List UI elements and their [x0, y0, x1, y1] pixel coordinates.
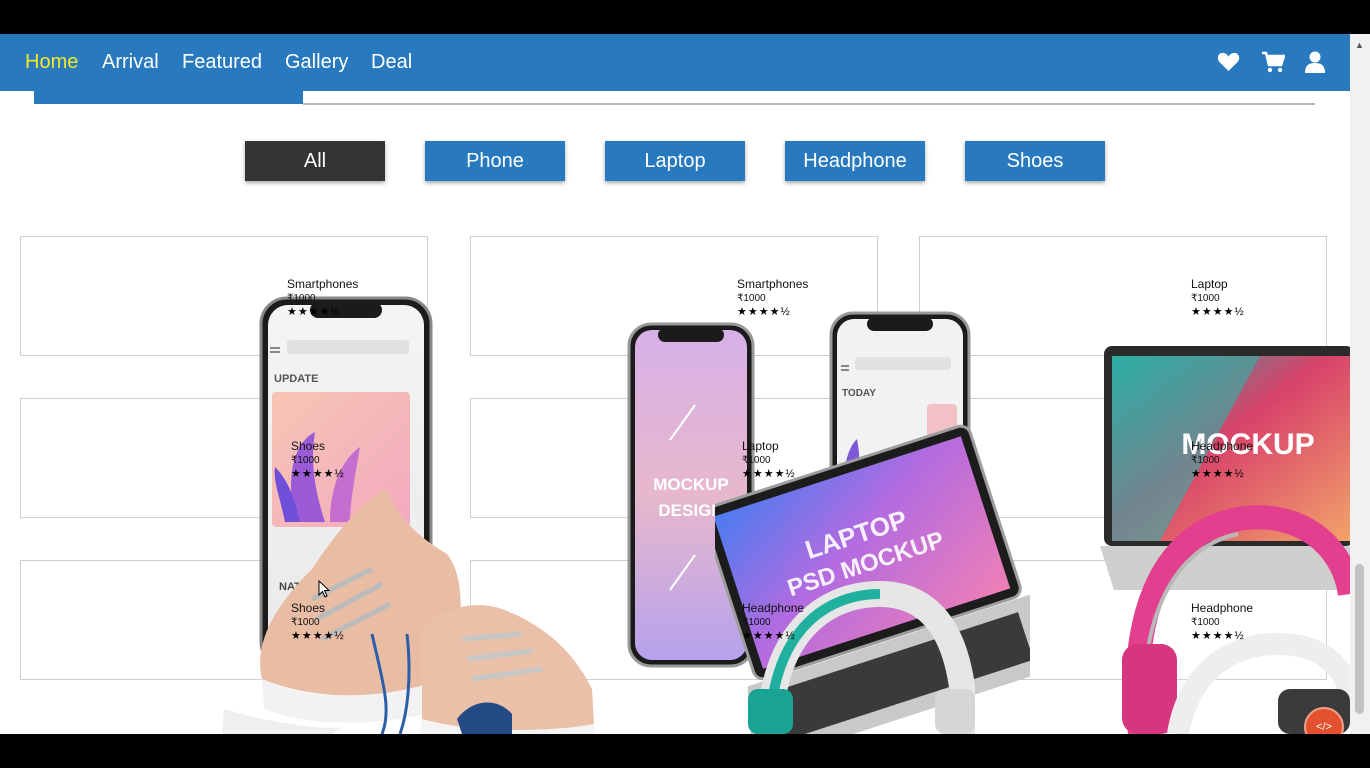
product-info: Headphone ₹1000 ★★★★½ [1191, 601, 1253, 643]
product-info: Smartphones ₹1000 ★★★★½ [287, 277, 358, 319]
shoes-image [222, 489, 594, 734]
cart-icon[interactable] [1261, 51, 1286, 78]
product-name: Smartphones [737, 277, 809, 291]
nav-gallery[interactable]: Gallery [285, 51, 348, 74]
product-price: ₹1000 [1191, 617, 1220, 628]
product-name: Shoes [291, 439, 326, 453]
nav-arrival[interactable]: Arrival [102, 51, 159, 74]
phone-screen-today-text: TODAY [842, 388, 876, 399]
product-rating-stars: ★★★★½ [1191, 468, 1245, 480]
filter-phone-button[interactable]: Phone [425, 141, 565, 181]
product-name: Headphone [742, 601, 805, 615]
phone-screen-design-text: DESIGN [658, 501, 723, 520]
filter-shoes-button[interactable]: Shoes [965, 141, 1105, 181]
heart-icon[interactable] [1217, 51, 1240, 77]
product-info: Smartphones ₹1000 ★★★★½ [737, 277, 808, 319]
product-price: ₹1000 [1191, 455, 1220, 466]
product-info: Shoes ₹1000 ★★★★½ [291, 439, 345, 481]
filter-laptop-button[interactable]: Laptop [605, 141, 745, 181]
section-title-tab [34, 91, 303, 104]
scrollbar-thumb[interactable] [1355, 564, 1364, 714]
filter-all-button[interactable]: All [245, 141, 385, 181]
product-price: ₹1000 [737, 293, 766, 304]
nav-home[interactable]: Home [25, 51, 78, 74]
product-name: Shoes [291, 601, 326, 615]
mouse-cursor-icon [318, 580, 330, 598]
navbar: Home Arrival Featured Gallery Deal [0, 34, 1350, 91]
product-name: Laptop [1191, 277, 1228, 291]
product-rating-stars: ★★★★½ [287, 306, 341, 318]
page-viewport: Home Arrival Featured Gallery Deal All P… [0, 34, 1350, 734]
product-price: ₹1000 [1191, 293, 1220, 304]
filter-headphone-button[interactable]: Headphone [785, 141, 925, 181]
product-name: Smartphones [287, 277, 359, 291]
product-name: Headphone [1191, 439, 1254, 453]
product-info: Laptop ₹1000 ★★★★½ [742, 439, 796, 481]
user-icon[interactable] [1305, 51, 1325, 78]
product-card[interactable] [919, 236, 1327, 356]
product-rating-stars: ★★★★½ [1191, 306, 1245, 318]
product-price: ₹1000 [287, 293, 316, 304]
product-rating-stars: ★★★★½ [291, 630, 345, 642]
video-top-bar [0, 0, 1370, 34]
phone-screen-update-text: UPDATE [274, 373, 318, 385]
nav-featured[interactable]: Featured [182, 51, 262, 74]
product-price: ₹1000 [291, 617, 320, 628]
vertical-scrollbar[interactable]: ▲ [1350, 34, 1370, 734]
nav-deal[interactable]: Deal [371, 51, 412, 74]
product-info: Laptop ₹1000 ★★★★½ [1191, 277, 1245, 319]
product-info: Headphone ₹1000 ★★★★½ [742, 601, 804, 643]
product-rating-stars: ★★★★½ [742, 468, 796, 480]
product-name: Laptop [742, 439, 779, 453]
product-info: Headphone ₹1000 ★★★★½ [1191, 439, 1253, 481]
product-info: Shoes ₹1000 ★★★★½ [291, 601, 345, 643]
product-price: ₹1000 [742, 617, 771, 628]
product-price: ₹1000 [742, 455, 771, 466]
section-title-underline [303, 103, 1315, 105]
product-price: ₹1000 [291, 455, 320, 466]
product-rating-stars: ★★★★½ [742, 630, 796, 642]
video-bottom-bar [0, 734, 1370, 768]
product-rating-stars: ★★★★½ [737, 306, 791, 318]
scroll-up-arrow-icon[interactable]: ▲ [1355, 40, 1364, 50]
product-rating-stars: ★★★★½ [291, 468, 345, 480]
product-name: Headphone [1191, 601, 1254, 615]
product-rating-stars: ★★★★½ [1191, 630, 1245, 642]
